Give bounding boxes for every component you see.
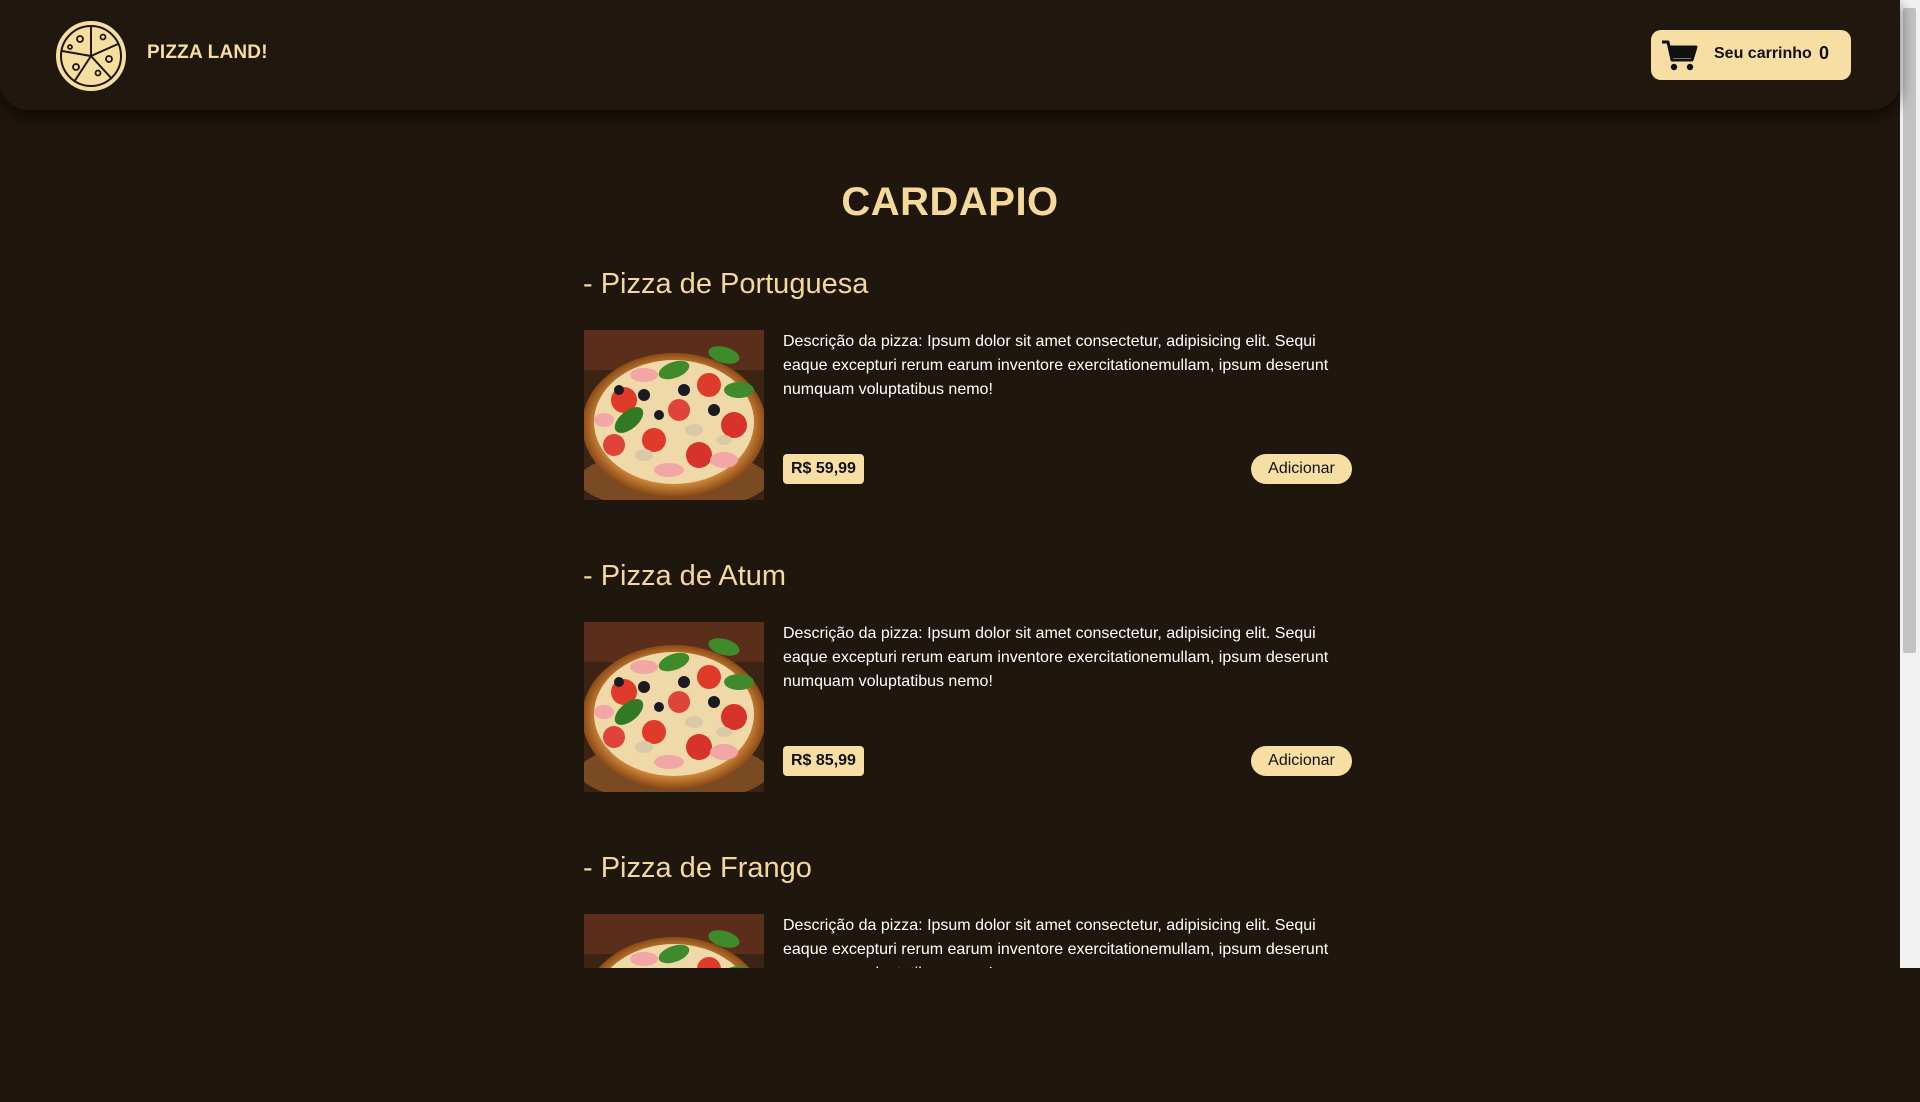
item-description: Descrição da pizza: Ipsum dolor sit amet… — [783, 917, 1329, 968]
pizza-image — [584, 914, 764, 968]
menu-item: - Pizza de Portuguesa Descrição da pizza… — [583, 268, 1353, 518]
add-to-cart-button[interactable]: Adicionar — [1251, 746, 1352, 776]
item-description: Descrição da pizza: Ipsum dolor sit amet… — [783, 625, 1329, 690]
item-price: R$ 85,99 — [783, 746, 864, 776]
cart-label: Seu carrinho — [1714, 45, 1812, 62]
cart-button[interactable]: Seu carrinho 0 — [1651, 30, 1851, 80]
item-description: Descrição da pizza: Ipsum dolor sit amet… — [783, 333, 1329, 398]
page-title: CARDAPIO — [841, 180, 1059, 224]
site-header: PIZZA LAND! Seu carrinho 0 — [0, 0, 1900, 110]
item-price: R$ 59,99 — [783, 454, 864, 484]
brand-name[interactable]: PIZZA LAND! — [147, 42, 268, 64]
menu-item: - Pizza de Atum Descrição da pizza: Ipsu… — [583, 560, 1353, 810]
shopping-cart-icon — [1661, 39, 1699, 73]
pizza-logo-icon[interactable] — [52, 17, 130, 95]
item-name: - Pizza de Frango — [583, 852, 812, 884]
pizza-image — [584, 622, 764, 792]
scrollbar-thumb[interactable] — [1903, 8, 1916, 653]
menu-item: - Pizza de Frango Descrição da pizza: Ip… — [583, 852, 1353, 1102]
cart-count: 0 — [1819, 43, 1830, 63]
pizza-image — [584, 330, 764, 500]
item-name: - Pizza de Atum — [583, 560, 787, 592]
item-name: - Pizza de Portuguesa — [583, 268, 869, 300]
add-to-cart-button[interactable]: Adicionar — [1251, 454, 1352, 484]
